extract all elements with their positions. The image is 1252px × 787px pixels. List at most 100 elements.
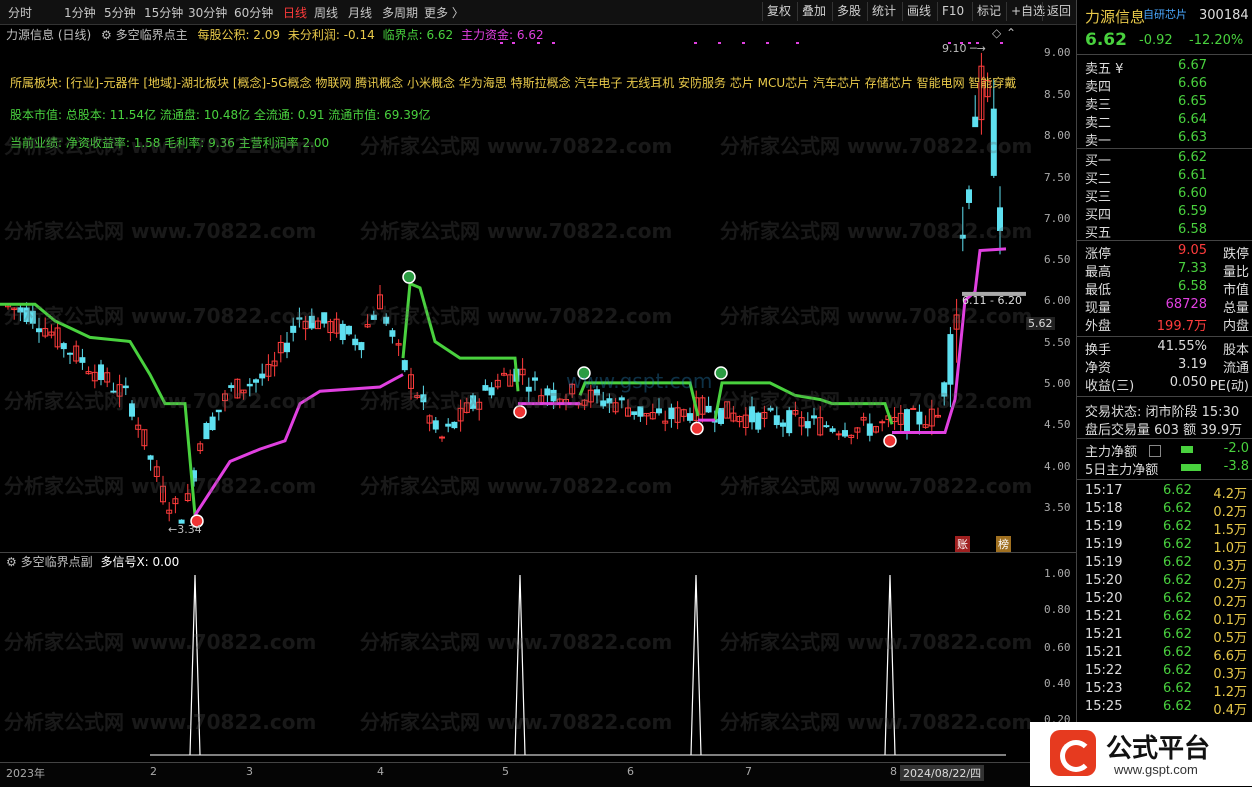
candle-body [749, 406, 755, 423]
tick-time: 15:25 [1085, 699, 1123, 714]
f10-button[interactable]: F10 [937, 2, 968, 21]
bid-row-1: 买一 6.62 [1077, 150, 1252, 169]
settings-gear-icon[interactable]: ⚙ [101, 28, 112, 42]
quote-panel: 力源信息 自研芯片 300184 6.62 -0.92 -12.20% 卖五 ¥… [1076, 0, 1252, 786]
bid-price: 6.58 [1178, 222, 1207, 237]
candle-body [339, 323, 346, 341]
list-icon[interactable] [1149, 445, 1161, 457]
tick-row: 15:25 6.62 0.4万 [1077, 699, 1252, 718]
main-kline-chart[interactable]: 力源信息 (日线) ⚙ 多空临界点主 每股公积: 2.09 未分利润: -0.1… [0, 24, 1076, 552]
diamond-icon[interactable]: ◇ [992, 26, 1001, 40]
collapse-icon[interactable]: ⌃ [1006, 26, 1016, 40]
sub-y-tick: 0.60 [1044, 641, 1071, 654]
sub-indicator-name[interactable]: 多空临界点副 [21, 555, 93, 569]
period-tab-daily[interactable]: 日线 [283, 4, 307, 21]
buy-signal-badge [690, 421, 704, 436]
candle-body [445, 423, 452, 427]
tick-row: 15:20 6.62 0.2万 [1077, 573, 1252, 592]
tick-time: 15:22 [1085, 663, 1123, 678]
main-net-value: -2.0 [1223, 441, 1249, 456]
panel-concept-tag[interactable]: 自研芯片 [1143, 6, 1187, 22]
rank-badge[interactable]: 榜 [996, 536, 1011, 552]
period-toolbar: 分时 1分钟 5分钟 15分钟 30分钟 60分钟 日线 周线 月线 多周期 更… [0, 0, 1076, 25]
panel-stock-code: 300184 [1199, 8, 1249, 23]
market-value-info: 股本市值: 总股本: 11.54亿 流通盘: 10.48亿 全流通: 0.91 … [10, 108, 431, 122]
candle-body [147, 455, 154, 460]
candle-body [451, 421, 458, 429]
tick-price: 6.62 [1163, 609, 1192, 624]
buy-signal-badge [883, 434, 897, 448]
y-tick: 4.50 [1044, 418, 1071, 431]
stat-label: 换手 [1085, 343, 1112, 358]
tick-volume: 1.5万 [1213, 523, 1247, 538]
bid-price: 6.62 [1178, 150, 1207, 165]
period-tab-more[interactable]: 更多 〉 [424, 4, 464, 21]
candle-body [780, 422, 786, 427]
candle-body [98, 364, 104, 381]
ask-row-1: 卖一 6.63 [1077, 130, 1252, 149]
tick-time: 15:19 [1085, 555, 1123, 570]
main-net-bar [1181, 446, 1193, 453]
stat-label-2: 总量 [1222, 301, 1249, 316]
stats-button[interactable]: 统计 [867, 2, 900, 21]
account-badge[interactable]: 账 [955, 536, 970, 552]
period-tab-30min[interactable]: 30分钟 [188, 4, 227, 21]
tick-row: 15:20 6.62 0.2万 [1077, 591, 1252, 610]
candle-body [488, 387, 495, 396]
sub-gear-icon[interactable]: ⚙ [6, 555, 17, 569]
candle-body [228, 385, 235, 388]
candle-body [17, 307, 24, 313]
tick-volume: 0.2万 [1213, 505, 1247, 520]
candle-body [941, 382, 948, 397]
y-tick: 7.00 [1044, 212, 1071, 225]
adjust-button[interactable]: 复权 [762, 2, 795, 21]
period-tab-minute[interactable]: 分时 [8, 4, 32, 21]
earnings-row: 收益(三) 0.050 PE(动) [1077, 375, 1252, 394]
candle-body [308, 315, 315, 329]
candle-body [879, 421, 886, 424]
tick-row: 15:19 6.62 0.3万 [1077, 555, 1252, 574]
multi-stock-button[interactable]: 多股 [832, 2, 865, 21]
high-row: 最高 7.33 量比 [1077, 261, 1252, 280]
period-tab-60min[interactable]: 60分钟 [234, 4, 273, 21]
draw-button[interactable]: 画线 [902, 2, 935, 21]
period-tab-weekly[interactable]: 周线 [314, 4, 338, 21]
bid-label: 买二 [1085, 172, 1112, 187]
logo-g-icon [1050, 730, 1096, 776]
stat-value: 7.33 [1178, 261, 1207, 276]
candle-body [618, 397, 625, 401]
period-tab-1min[interactable]: 1分钟 [64, 4, 96, 21]
candle-body [389, 330, 396, 337]
stat-label-2: 市值 [1222, 283, 1249, 298]
signal-dot [552, 42, 555, 44]
tick-price: 6.62 [1163, 627, 1192, 642]
candle-body [668, 407, 675, 420]
overlay-button[interactable]: 叠加 [797, 2, 830, 21]
signal-subchart[interactable]: ⚙ 多空临界点副 多信号X: 0.00 1.00 0.80 0.60 0.40 … [0, 552, 1076, 763]
candle-body [842, 430, 848, 437]
ask-row-4: 卖四 6.66 [1077, 76, 1252, 95]
tick-price: 6.62 [1163, 555, 1192, 570]
panel-change: -0.92 [1139, 33, 1173, 48]
period-tab-15min[interactable]: 15分钟 [144, 4, 183, 21]
stat-value: 199.7万 [1156, 319, 1207, 334]
divider [1077, 396, 1252, 397]
candle-body [358, 342, 365, 351]
trade-status: 交易状态: 闭市阶段 15:30 [1085, 405, 1240, 420]
x-tick: 5 [502, 765, 509, 778]
period-tab-monthly[interactable]: 月线 [348, 4, 372, 21]
mark-button[interactable]: 标记 [972, 2, 1005, 21]
period-tab-5min[interactable]: 5分钟 [104, 4, 136, 21]
y-tick: 5.50 [1044, 336, 1071, 349]
candle-body [656, 408, 662, 414]
candle-body [718, 407, 724, 424]
sub-y-tick: 0.80 [1044, 603, 1071, 616]
period-tab-multi[interactable]: 多周期 [382, 4, 418, 21]
main-indicator-name[interactable]: 多空临界点主 [116, 28, 188, 42]
buy-signal-badge [513, 405, 527, 419]
back-button[interactable]: 返回 [1042, 2, 1075, 21]
x-tick: 7 [745, 765, 752, 778]
candle-body [122, 385, 129, 389]
sell-signal-badge [402, 270, 416, 284]
candle-body [544, 388, 551, 396]
